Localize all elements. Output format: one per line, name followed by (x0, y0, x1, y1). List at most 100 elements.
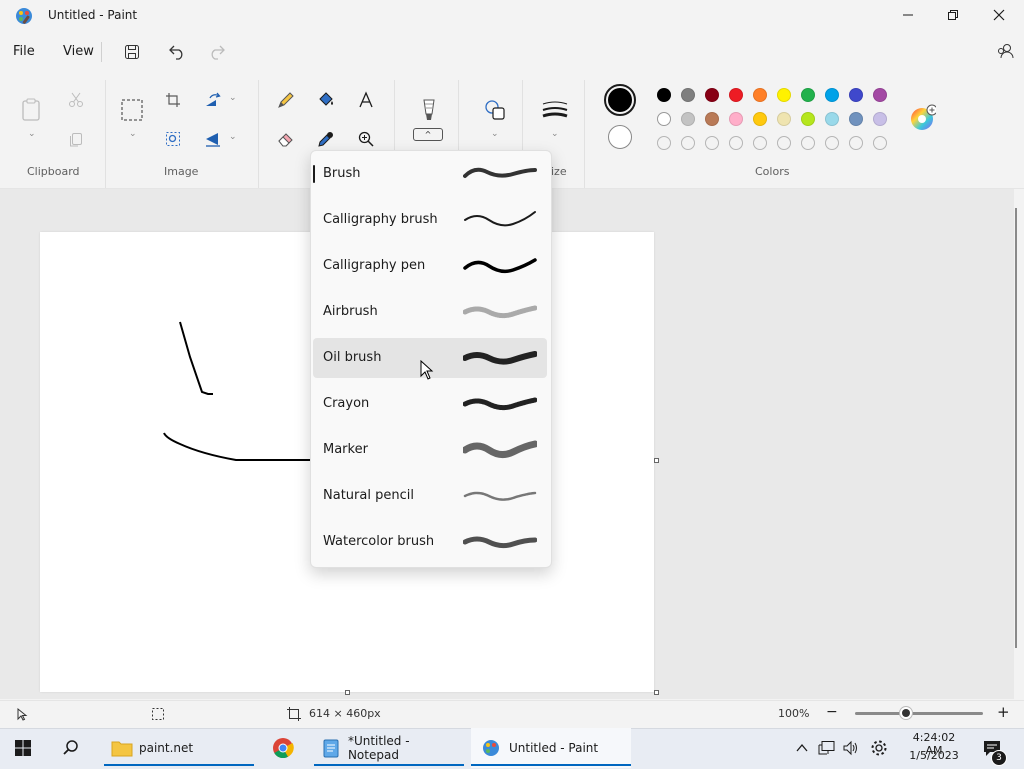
pencil-button[interactable] (273, 87, 299, 113)
network-button[interactable] (818, 728, 836, 768)
palette-color-swatch[interactable] (825, 88, 839, 102)
text-button[interactable] (353, 87, 379, 113)
taskbar-item-chrome[interactable] (272, 728, 294, 768)
brush-option[interactable]: Calligraphy brush (313, 200, 547, 240)
taskbar-item-paintnet[interactable]: paint.net (104, 728, 254, 768)
start-button[interactable] (14, 728, 32, 768)
select-button[interactable] (119, 97, 145, 123)
canvas-resize-handle-corner[interactable] (654, 690, 659, 695)
custom-color-slot[interactable] (873, 136, 887, 150)
custom-color-slot[interactable] (657, 136, 671, 150)
canvas-resize-handle-right[interactable] (654, 458, 659, 463)
brush-option[interactable]: Calligraphy pen (313, 246, 547, 286)
minimize-button[interactable] (885, 0, 931, 30)
select-dropdown-icon[interactable]: ⌄ (129, 129, 137, 139)
custom-color-slot[interactable] (705, 136, 719, 150)
custom-color-slot[interactable] (753, 136, 767, 150)
canvas-resize-handle-bottom[interactable] (345, 690, 350, 695)
paste-dropdown-icon[interactable]: ⌄ (28, 129, 36, 139)
brush-option-label: Oil brush (323, 350, 382, 365)
redo-button[interactable] (204, 39, 230, 65)
custom-color-slot[interactable] (777, 136, 791, 150)
volume-button[interactable] (842, 728, 860, 768)
crop-button[interactable] (160, 87, 186, 113)
edit-colors-button[interactable] (910, 104, 936, 131)
brush-option[interactable]: Watercolor brush (313, 522, 547, 562)
shapes-dropdown-icon[interactable]: ⌄ (491, 129, 499, 139)
palette-color-swatch[interactable] (849, 112, 863, 126)
network-icon (818, 741, 835, 755)
custom-color-slot[interactable] (681, 136, 695, 150)
file-menu[interactable]: File (13, 44, 35, 59)
close-button[interactable] (976, 0, 1022, 30)
view-menu[interactable]: View (63, 44, 94, 59)
brush-option[interactable]: Crayon (313, 384, 547, 424)
palette-color-swatch[interactable] (873, 88, 887, 102)
settings-button[interactable] (870, 728, 888, 768)
flip-dropdown-icon[interactable]: ⌄ (229, 132, 237, 142)
palette-color-swatch[interactable] (705, 88, 719, 102)
custom-color-slot[interactable] (729, 136, 743, 150)
custom-color-slot[interactable] (801, 136, 815, 150)
palette-color-swatch[interactable] (729, 112, 743, 126)
shapes-button[interactable] (482, 97, 508, 123)
palette-color-swatch[interactable] (849, 88, 863, 102)
flip-button[interactable] (200, 126, 226, 152)
copy-button[interactable] (63, 126, 89, 152)
palette-color-swatch[interactable] (681, 88, 695, 102)
show-hidden-icons-button[interactable] (796, 728, 808, 768)
zoom-slider-track[interactable] (855, 712, 983, 715)
primary-color-button[interactable] (604, 84, 636, 116)
taskbar-item-paint[interactable]: Untitled - Paint (471, 728, 631, 768)
color-picker-button[interactable] (313, 126, 339, 152)
zoom-in-button[interactable]: + (997, 703, 1010, 721)
maximize-button[interactable] (930, 0, 976, 30)
rotate-dropdown-icon[interactable]: ⌄ (229, 93, 237, 103)
fill-button[interactable] (313, 87, 339, 113)
brushes-dropdown-button[interactable]: ^ (413, 128, 443, 141)
secondary-color-button[interactable] (608, 125, 632, 149)
custom-color-slot[interactable] (849, 136, 863, 150)
cut-button[interactable] (63, 87, 89, 113)
brush-option[interactable]: Marker (313, 430, 547, 470)
rotate-icon (206, 92, 221, 106)
brush-option[interactable]: Airbrush (313, 292, 547, 332)
palette-color-swatch[interactable] (873, 112, 887, 126)
brush-stroke-preview-icon (463, 484, 537, 508)
palette-color-swatch[interactable] (705, 112, 719, 126)
palette-color-swatch[interactable] (657, 88, 671, 102)
taskbar-active-indicator (471, 764, 631, 766)
account-button[interactable] (992, 38, 1018, 64)
paste-button[interactable] (19, 97, 45, 123)
palette-color-swatch[interactable] (801, 112, 815, 126)
eraser-button[interactable] (273, 126, 299, 152)
undo-button[interactable] (164, 39, 190, 65)
magnifier-button[interactable] (353, 126, 379, 152)
palette-color-swatch[interactable] (801, 88, 815, 102)
size-button[interactable] (542, 97, 568, 123)
save-button[interactable] (119, 39, 145, 65)
vertical-scrollbar[interactable] (1015, 208, 1017, 648)
size-dropdown-icon[interactable]: ⌄ (551, 129, 559, 139)
custom-color-slot[interactable] (825, 136, 839, 150)
taskbar-search-button[interactable] (62, 728, 80, 768)
palette-color-swatch[interactable] (825, 112, 839, 126)
palette-color-swatch[interactable] (753, 112, 767, 126)
palette-color-swatch[interactable] (777, 88, 791, 102)
brush-stroke-preview-icon (462, 530, 538, 554)
palette-color-swatch[interactable] (729, 88, 743, 102)
zoom-out-button[interactable]: − (826, 704, 838, 720)
palette-color-swatch[interactable] (753, 88, 767, 102)
brush-option[interactable]: Natural pencil (313, 476, 547, 516)
chevron-up-icon: ^ (424, 130, 432, 139)
taskbar-item-notepad[interactable]: *Untitled - Notepad (314, 728, 464, 768)
palette-color-swatch[interactable] (681, 112, 695, 126)
ribbon-separator (584, 80, 585, 188)
image-search-button[interactable] (160, 126, 186, 152)
palette-color-swatch[interactable] (777, 112, 791, 126)
rotate-button[interactable] (200, 87, 226, 113)
clock-date[interactable]: 1/5/2023 (904, 749, 964, 762)
brush-option[interactable]: Brush (313, 154, 547, 194)
brushes-button[interactable] (416, 97, 442, 123)
palette-color-swatch[interactable] (657, 112, 671, 126)
